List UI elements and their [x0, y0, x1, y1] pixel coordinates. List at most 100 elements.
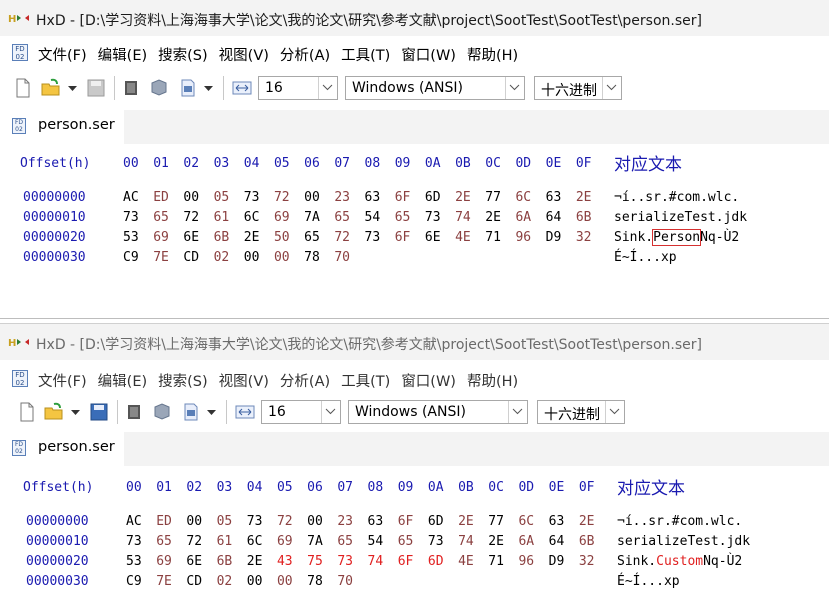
- hex-byte[interactable]: 73: [428, 534, 458, 549]
- hex-byte[interactable]: 65: [334, 210, 364, 225]
- hex-byte[interactable]: 00: [277, 574, 307, 589]
- hex-byte[interactable]: 6B: [214, 230, 244, 245]
- hex-byte[interactable]: 72: [183, 210, 213, 225]
- hex-byte[interactable]: 53: [123, 230, 153, 245]
- menu-item[interactable]: 窗口(W): [401, 370, 461, 391]
- hex-byte[interactable]: C9: [126, 574, 156, 589]
- hex-byte[interactable]: 6E: [425, 230, 455, 245]
- hex-byte[interactable]: 4E: [458, 554, 488, 569]
- bytes-per-row-select[interactable]: 16: [258, 76, 338, 100]
- hex-byte[interactable]: 2E: [455, 190, 485, 205]
- hex-byte[interactable]: 2E: [579, 514, 609, 529]
- hex-byte[interactable]: 73: [337, 554, 367, 569]
- hex-byte[interactable]: 78: [307, 574, 337, 589]
- hex-byte[interactable]: 72: [334, 230, 364, 245]
- bytes-per-row-select[interactable]: 16: [261, 400, 341, 424]
- hex-byte[interactable]: 61: [217, 534, 247, 549]
- hex-editor[interactable]: Offset(h) 00 01 02 03 04 05 06 07 08 09 0A 0B 0C 0D 0E…: [0, 146, 829, 318]
- hex-byte[interactable]: 65: [153, 210, 183, 225]
- hex-byte[interactable]: 71: [488, 554, 518, 569]
- file-dropdown-icon[interactable]: [204, 86, 213, 92]
- hex-byte[interactable]: 71: [485, 230, 515, 245]
- menu-item[interactable]: 视图(V): [219, 44, 274, 65]
- hex-byte[interactable]: 02: [217, 574, 247, 589]
- hex-byte[interactable]: 73: [425, 210, 455, 225]
- title-bar[interactable]: H HxD - [D:\学习资料\上海海事大学\论文\我的论文\研究\参考文献\…: [0, 0, 829, 36]
- title-bar[interactable]: H HxD - [D:\学习资料\上海海事大学\论文\我的论文\研究\参考文献\…: [0, 324, 829, 360]
- hex-byte[interactable]: 23: [337, 514, 367, 529]
- hex-byte[interactable]: 6F: [395, 230, 425, 245]
- menu-item[interactable]: 工具(T): [341, 370, 395, 391]
- hex-byte[interactable]: 64: [546, 210, 576, 225]
- hex-byte[interactable]: CD: [183, 250, 213, 265]
- hex-byte[interactable]: 53: [126, 554, 156, 569]
- hex-byte[interactable]: 6B: [217, 554, 247, 569]
- menu-item[interactable]: 帮助(H): [467, 370, 523, 391]
- row-text[interactable]: serializeTest.jdk: [614, 210, 747, 225]
- hex-byte[interactable]: 96: [518, 554, 548, 569]
- ram-icon[interactable]: [124, 402, 144, 422]
- hex-byte[interactable]: 7E: [156, 574, 186, 589]
- hex-byte[interactable]: 00: [186, 514, 216, 529]
- row-text[interactable]: É~Í...xp: [617, 574, 680, 589]
- charset-select[interactable]: Windows (ANSI): [345, 76, 525, 100]
- hex-byte[interactable]: 2E: [244, 230, 274, 245]
- hex-byte[interactable]: 70: [337, 574, 367, 589]
- hex-byte[interactable]: 61: [214, 210, 244, 225]
- hex-byte[interactable]: 78: [304, 250, 334, 265]
- hex-byte[interactable]: 32: [576, 230, 606, 245]
- disk-icon[interactable]: [149, 78, 169, 98]
- hex-byte[interactable]: 72: [277, 514, 307, 529]
- menu-item[interactable]: 文件(F): [38, 44, 92, 65]
- new-file-icon[interactable]: [17, 402, 37, 422]
- disk-icon[interactable]: [152, 402, 172, 422]
- menu-item[interactable]: 分析(A): [280, 44, 335, 65]
- hex-byte[interactable]: 6D: [428, 554, 458, 569]
- hex-byte[interactable]: 6F: [395, 190, 425, 205]
- hex-byte[interactable]: 2E: [576, 190, 606, 205]
- hex-byte[interactable]: 63: [365, 190, 395, 205]
- hex-byte[interactable]: 7E: [153, 250, 183, 265]
- hex-byte[interactable]: 6E: [186, 554, 216, 569]
- offset-base-select[interactable]: 十六进制: [534, 76, 622, 100]
- hex-byte[interactable]: 6A: [515, 210, 545, 225]
- document-icon[interactable]: FD 02: [12, 44, 28, 61]
- menu-item[interactable]: 分析(A): [280, 370, 335, 391]
- hex-byte[interactable]: 73: [126, 534, 156, 549]
- row-text[interactable]: Sink.PersonNq-Ù2: [614, 229, 739, 246]
- hex-byte[interactable]: C9: [123, 250, 153, 265]
- hex-byte[interactable]: 77: [485, 190, 515, 205]
- hex-byte[interactable]: 74: [368, 554, 398, 569]
- hex-byte[interactable]: 6C: [515, 190, 545, 205]
- hex-byte[interactable]: 6C: [244, 210, 274, 225]
- hex-byte[interactable]: 6B: [579, 534, 609, 549]
- hex-byte[interactable]: 54: [368, 534, 398, 549]
- hex-byte[interactable]: 73: [244, 190, 274, 205]
- hex-byte[interactable]: 00: [183, 190, 213, 205]
- row-text[interactable]: ¬í..sr.#com.wlc.: [614, 190, 739, 205]
- hex-byte[interactable]: 6C: [247, 534, 277, 549]
- file-info-icon[interactable]: [178, 78, 198, 98]
- row-text[interactable]: ¬í..sr.#com.wlc.: [617, 514, 742, 529]
- offset-base-select[interactable]: 十六进制: [537, 400, 625, 424]
- hex-byte[interactable]: ED: [153, 190, 183, 205]
- hex-byte[interactable]: 72: [274, 190, 304, 205]
- hex-byte[interactable]: 6D: [425, 190, 455, 205]
- hex-byte[interactable]: 65: [395, 210, 425, 225]
- row-text[interactable]: É~Í...xp: [614, 250, 677, 265]
- file-info-icon[interactable]: [181, 402, 201, 422]
- open-dropdown-icon[interactable]: [68, 86, 77, 92]
- hex-byte[interactable]: 7A: [304, 210, 334, 225]
- document-icon[interactable]: FD 02: [12, 370, 28, 387]
- hex-byte[interactable]: 02: [214, 250, 244, 265]
- menu-item[interactable]: 窗口(W): [401, 44, 461, 65]
- open-folder-icon[interactable]: [41, 78, 61, 98]
- menu-item[interactable]: 视图(V): [219, 370, 274, 391]
- hex-byte[interactable]: 73: [247, 514, 277, 529]
- open-folder-icon[interactable]: [44, 402, 64, 422]
- menu-item[interactable]: 帮助(H): [467, 44, 523, 65]
- hex-byte[interactable]: D9: [546, 230, 576, 245]
- hex-byte[interactable]: 74: [458, 534, 488, 549]
- hex-byte[interactable]: 6C: [518, 514, 548, 529]
- menu-item[interactable]: 编辑(E): [98, 44, 152, 65]
